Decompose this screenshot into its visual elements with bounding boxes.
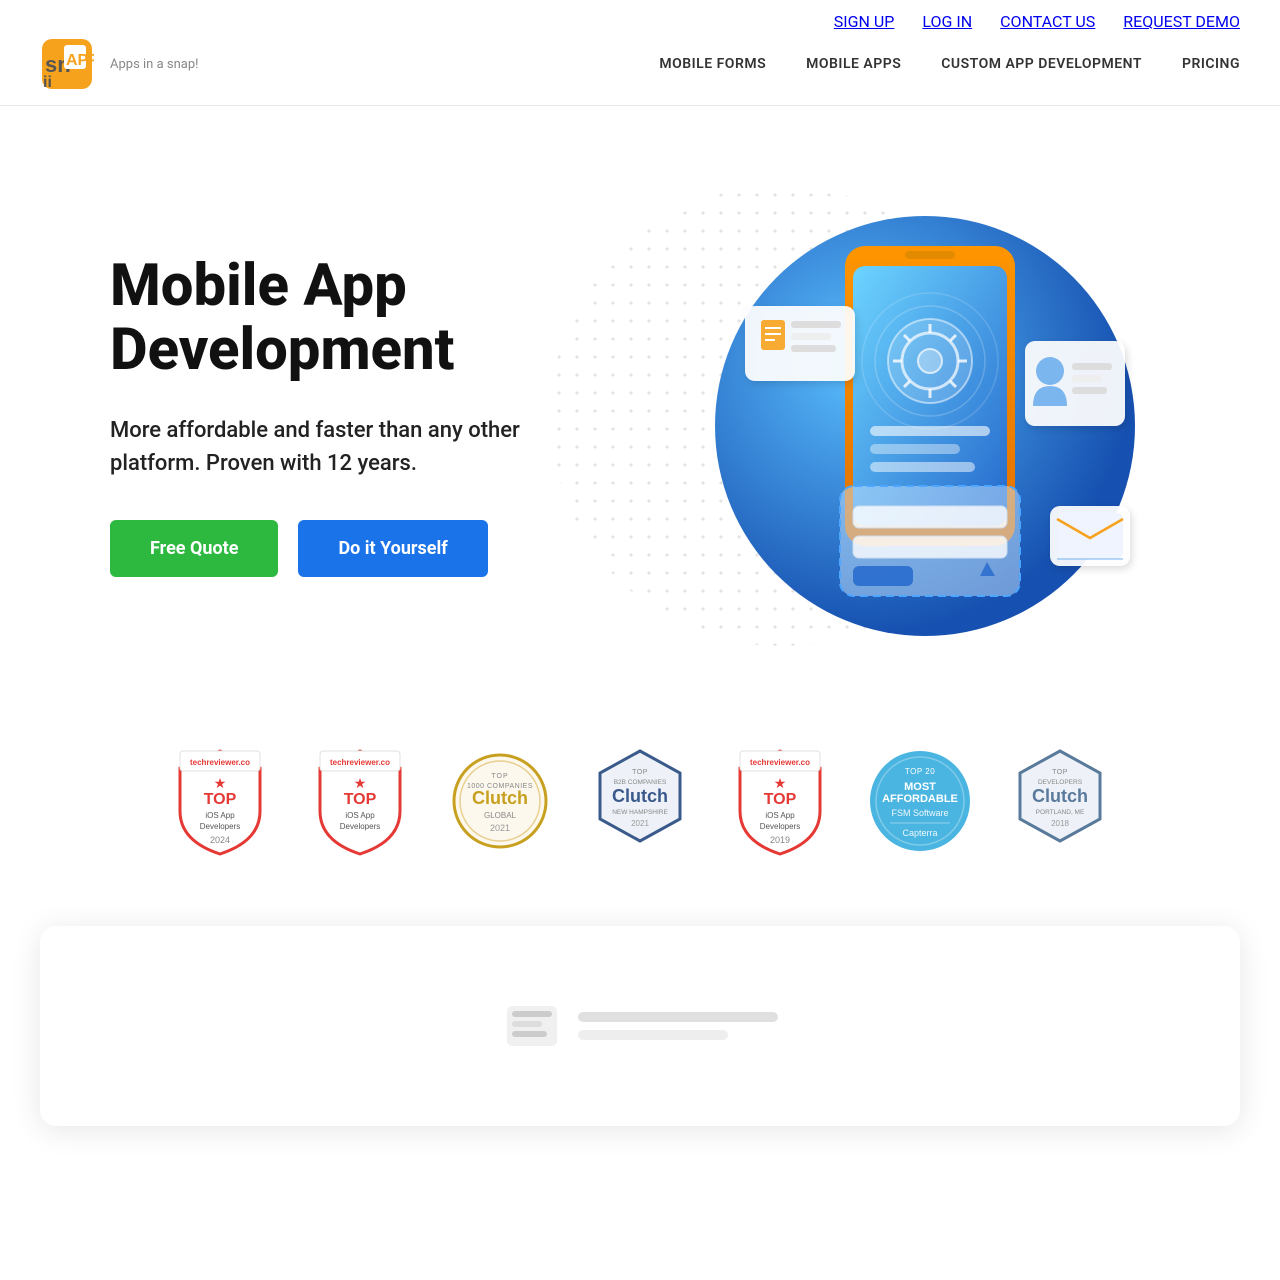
hero-phone-illustration [685,166,1145,666]
do-it-yourself-button[interactable]: Do it Yourself [298,520,487,577]
hero-illustration [590,166,1240,666]
top-nav-bar: SIGN UP LOG IN CONTACT US REQUEST DEMO [0,0,1280,37]
bottom-card-inner [502,1001,778,1051]
svg-text:iOS App: iOS App [765,811,795,820]
main-nav-bar: sn APP ii Apps in a snap! MOBILE FORMS M… [0,37,1280,105]
svg-text:techreviewer.co: techreviewer.co [190,758,250,767]
badge-clutch-global: TOP 1000 COMPANIES Clutch GLOBAL 2021 [445,746,555,856]
hero-title: Mobile App Development [110,255,590,383]
svg-text:TOP: TOP [204,791,237,808]
bottom-card [40,926,1240,1126]
nav-mobile-forms[interactable]: MOBILE FORMS [659,56,766,72]
svg-text:APP: APP [66,52,94,69]
nav-pricing[interactable]: PRICING [1182,56,1240,72]
svg-text:AFFORDABLE: AFFORDABLE [882,793,958,805]
svg-text:★: ★ [214,776,227,792]
svg-text:B2B COMPANIES: B2B COMPANIES [614,779,667,786]
svg-text:2018: 2018 [1051,819,1069,828]
svg-text:ii: ii [43,74,52,91]
svg-text:TOP: TOP [764,791,797,808]
svg-text:2019: 2019 [770,835,790,845]
logo-area[interactable]: sn APP ii Apps in a snap! [40,37,199,91]
svg-text:Developers: Developers [200,822,240,831]
badge-capterra-affordable: TOP 20 MOST AFFORDABLE FSM Software Capt… [865,746,975,856]
svg-text:TOP: TOP [344,791,377,808]
main-nav-links: MOBILE FORMS MOBILE APPS CUSTOM APP DEVE… [659,56,1240,72]
badges-section: techreviewer.co ★ TOP iOS App Developers… [0,706,1280,906]
svg-text:TOP: TOP [1052,769,1068,776]
svg-text:★: ★ [354,776,367,792]
svg-text:PORTLAND, ME: PORTLAND, ME [1036,809,1085,816]
badge-5-svg: techreviewer.co ★ TOP iOS App Developers… [730,746,830,856]
svg-text:Developers: Developers [340,822,380,831]
svg-text:GLOBAL: GLOBAL [484,811,517,820]
svg-text:FSM Software: FSM Software [891,808,948,818]
svg-text:TOP: TOP [632,769,648,776]
svg-text:2021: 2021 [631,819,649,828]
svg-text:iOS App: iOS App [345,811,375,820]
nav-mobile-apps[interactable]: MOBILE APPS [806,56,901,72]
contact-us-link[interactable]: CONTACT US [1000,12,1095,31]
svg-text:iOS App: iOS App [205,811,235,820]
svg-text:2021: 2021 [490,823,510,833]
header: SIGN UP LOG IN CONTACT US REQUEST DEMO s… [0,0,1280,106]
badge-clutch-portland: TOP DEVELOPERS Clutch PORTLAND, ME 2018 [1005,746,1115,856]
svg-text:techreviewer.co: techreviewer.co [330,758,390,767]
svg-text:MOST: MOST [904,781,936,793]
logo-tagline: Apps in a snap! [110,57,199,72]
bottom-card-icon [502,1001,562,1051]
svg-text:Clutch: Clutch [1032,786,1088,806]
badge-7-svg: TOP DEVELOPERS Clutch PORTLAND, ME 2018 [1010,746,1110,856]
nav-custom-app[interactable]: CUSTOM APP DEVELOPMENT [941,56,1142,72]
svg-text:★: ★ [774,776,787,792]
badge-6-svg: TOP 20 MOST AFFORDABLE FSM Software Capt… [865,746,975,856]
bottom-section [0,906,1280,1126]
request-demo-button[interactable]: REQUEST DEMO [1123,12,1240,31]
badge-techreviewer-2: techreviewer.co ★ TOP iOS App Developers [305,746,415,856]
badge-2-svg: techreviewer.co ★ TOP iOS App Developers [310,746,410,856]
bottom-card-content [502,1001,778,1051]
svg-text:TOP: TOP [491,773,508,780]
hero-content: Mobile App Development More affordable a… [110,255,590,578]
svg-text:Capterra: Capterra [902,828,937,838]
svg-text:Clutch: Clutch [472,788,528,808]
hero-section: Mobile App Development More affordable a… [0,106,1280,706]
hero-buttons: Free Quote Do it Yourself [110,520,590,577]
svg-text:techreviewer.co: techreviewer.co [750,758,810,767]
badge-4-svg: TOP B2B COMPANIES Clutch NEW HAMPSHIRE 2… [590,746,690,856]
sign-up-link[interactable]: SIGN UP [834,12,895,31]
badge-techreviewer-2024: techreviewer.co ★ TOP iOS App Developers… [165,746,275,856]
logo-icon: sn APP ii [40,37,94,91]
badge-1-svg: techreviewer.co ★ TOP iOS App Developers… [170,746,270,856]
svg-text:2024: 2024 [210,835,230,845]
bottom-line-1 [578,1012,778,1022]
log-in-link[interactable]: LOG IN [922,12,972,31]
bottom-line-2 [578,1030,728,1040]
svg-text:Developers: Developers [760,822,800,831]
badge-techreviewer-2019: techreviewer.co ★ TOP iOS App Developers… [725,746,835,856]
badge-clutch-nh: TOP B2B COMPANIES Clutch NEW HAMPSHIRE 2… [585,746,695,856]
svg-text:TOP 20: TOP 20 [905,767,935,776]
hero-subtitle: More affordable and faster than any othe… [110,414,590,480]
svg-text:DEVELOPERS: DEVELOPERS [1038,779,1083,786]
free-quote-button[interactable]: Free Quote [110,520,278,577]
svg-text:NEW HAMPSHIRE: NEW HAMPSHIRE [612,809,668,816]
svg-text:Clutch: Clutch [612,786,668,806]
badge-3-svg: TOP 1000 COMPANIES Clutch GLOBAL 2021 [450,746,550,856]
